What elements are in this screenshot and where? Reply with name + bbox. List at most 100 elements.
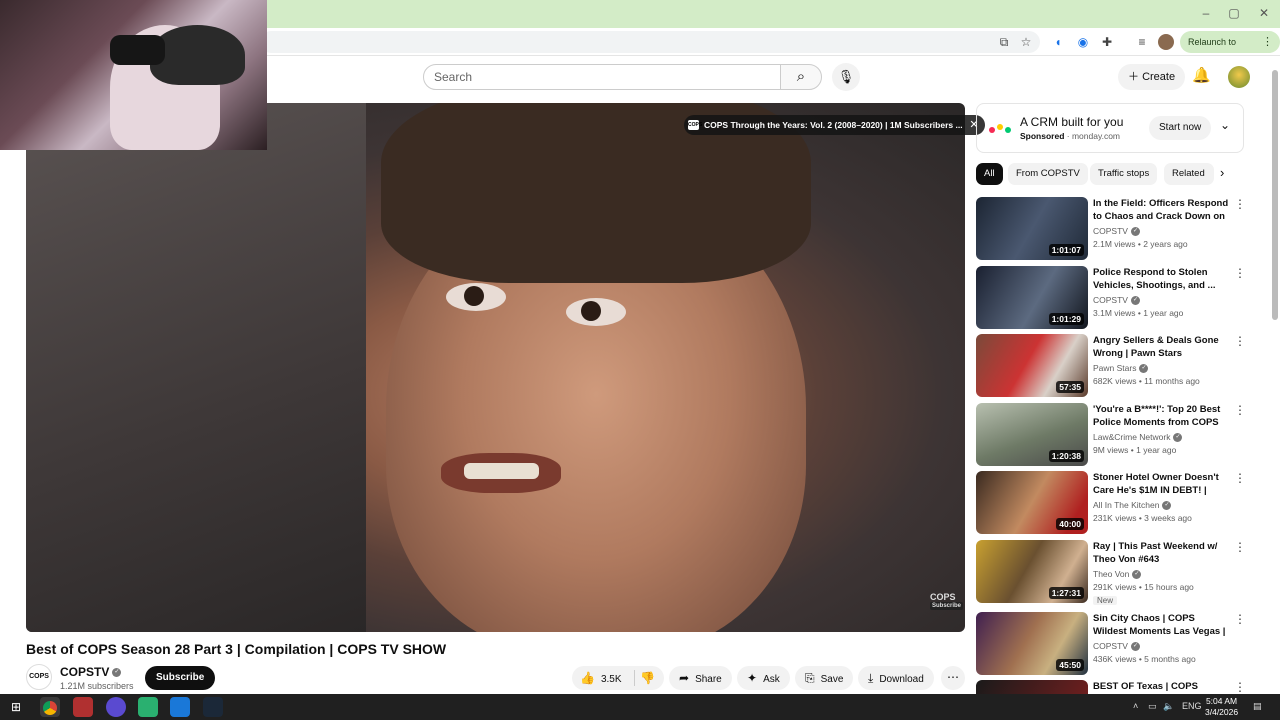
video-thumbnail[interactable]: 1:20:38 (976, 403, 1088, 466)
list-item[interactable]: 1:01:07 In the Field: Officers Respond t… (976, 197, 1246, 263)
language-indicator[interactable]: ENG (1182, 701, 1202, 711)
close-window-button[interactable]: ✕ (1254, 6, 1274, 20)
list-item[interactable]: 45:50 Sin City Chaos | COPS Wildest Mome… (976, 612, 1246, 678)
search-button[interactable]: ⌕ (780, 64, 822, 90)
app-taskbar-icon[interactable] (138, 697, 158, 717)
more-vertical-icon[interactable]: ⋮ (1234, 266, 1246, 280)
video-thumbnail[interactable]: 1:27:31 (976, 540, 1088, 603)
list-item[interactable]: 1:20:38 'You're a B****!': Top 20 Best P… (976, 403, 1246, 469)
rec-title[interactable]: Police Respond to Stolen Vehicles, Shoot… (1093, 266, 1229, 292)
ask-button[interactable]: ✦ Ask (737, 666, 790, 690)
relaunch-to-update-button[interactable]: Relaunch to update ⋮ (1180, 31, 1280, 69)
share-button[interactable]: ➦ Share (669, 666, 732, 690)
channel-name[interactable]: COPSTV (60, 665, 109, 679)
install-app-icon[interactable]: ⧉ (996, 34, 1012, 50)
save-button[interactable]: ⎘ Save (795, 666, 854, 690)
media-queue-icon[interactable]: ≡ (1134, 34, 1150, 50)
video-thumbnail[interactable]: 1:01:29 (976, 266, 1088, 329)
list-item[interactable]: 1:01:29 Police Respond to Stolen Vehicle… (976, 266, 1246, 332)
video-thumbnail[interactable]: 40:00 (976, 471, 1088, 534)
bookmark-icon: ⎘ (805, 671, 815, 685)
extension-audio-icon[interactable]: ◖ (1050, 34, 1066, 50)
rec-channel[interactable]: COPSTV (1093, 226, 1128, 236)
rec-channel[interactable]: All In The Kitchen (1093, 500, 1159, 510)
windows-start-icon[interactable]: ⊞ (6, 697, 26, 717)
chevron-right-icon[interactable]: › (1220, 165, 1224, 180)
like-count: 3.5K (600, 674, 622, 685)
channel-name-row[interactable]: COPSTV ✓ (60, 665, 122, 679)
rec-title[interactable]: Ray | This Past Weekend w/ Theo Von #643 (1093, 540, 1229, 566)
rec-title[interactable]: Sin City Chaos | COPS Wildest Moments La… (1093, 612, 1229, 638)
video-thumbnail[interactable] (976, 680, 1088, 694)
chrome-taskbar-icon[interactable] (40, 697, 60, 717)
subscribe-button[interactable]: Subscribe (145, 666, 216, 690)
chip-related[interactable]: Related (1164, 163, 1214, 185)
chip-all[interactable]: All (976, 163, 1003, 185)
more-vertical-icon[interactable]: ⋮ (1234, 540, 1246, 554)
obs-taskbar-icon[interactable] (106, 697, 126, 717)
notifications-bell-icon[interactable]: 🔔 (1192, 66, 1211, 84)
download-button[interactable]: ⤓ Download (858, 666, 934, 690)
more-vertical-icon[interactable]: ⋮ (1234, 334, 1246, 348)
rec-title[interactable]: Angry Sellers & Deals Gone Wrong | Pawn … (1093, 334, 1229, 360)
video-title: Best of COPS Season 28 Part 3 | Compilat… (26, 641, 447, 657)
more-vertical-icon[interactable]: ⋮ (1234, 403, 1246, 417)
more-vertical-icon[interactable]: ⋮ (1234, 612, 1246, 626)
bookmark-star-icon[interactable]: ☆ (1018, 34, 1034, 50)
rec-channel[interactable]: Theo Von (1093, 569, 1129, 579)
video-player[interactable] (26, 103, 965, 632)
video-thumbnail[interactable]: 45:50 (976, 612, 1088, 675)
chevron-down-icon[interactable]: ⌄ (1220, 118, 1230, 132)
list-item[interactable]: BEST OF Texas | COPS Wildest ⋮ (976, 680, 1246, 694)
rec-channel[interactable]: COPSTV (1093, 295, 1128, 305)
like-button[interactable]: 👍 3.5K (580, 666, 622, 692)
system-clock[interactable]: 5:04 AM 3/4/2026 (1205, 696, 1238, 718)
ask-label: Ask (763, 674, 780, 685)
list-item[interactable]: 57:35 Angry Sellers & Deals Gone Wrong |… (976, 334, 1246, 400)
video-thumbnail[interactable]: 57:35 (976, 334, 1088, 397)
ad-start-now-button[interactable]: Start now (1149, 116, 1212, 140)
extensions-puzzle-icon[interactable]: ✚ (1099, 34, 1115, 50)
download-icon: ⤓ (868, 671, 874, 685)
chip-from-copstv[interactable]: From COPSTV (1008, 163, 1088, 185)
rec-title[interactable]: BEST OF Texas | COPS Wildest (1093, 680, 1229, 694)
more-actions-button[interactable]: ⋯ (941, 666, 965, 690)
sponsored-ad-card[interactable]: A CRM built for you Sponsored · monday.c… (976, 103, 1244, 153)
rec-channel[interactable]: COPSTV (1093, 641, 1128, 651)
notification-center-icon[interactable]: ▤ (1253, 701, 1262, 712)
profile-avatar-icon[interactable] (1158, 34, 1174, 50)
extension-globe-icon[interactable]: ◉ (1075, 34, 1091, 50)
voice-search-button[interactable]: 🎙 (832, 63, 860, 91)
rec-title[interactable]: In the Field: Officers Respond to Chaos … (1093, 197, 1229, 223)
tray-chevron-icon[interactable]: ˄ (1133, 701, 1138, 711)
rec-title[interactable]: 'You're a B****!': Top 20 Best Police Mo… (1093, 403, 1229, 429)
account-avatar[interactable] (1228, 66, 1250, 88)
volume-icon[interactable]: 🔈 (1163, 701, 1174, 712)
duration-badge: 1:20:38 (1048, 450, 1084, 462)
channel-avatar[interactable]: COPS (26, 664, 52, 690)
more-vertical-icon[interactable]: ⋮ (1234, 197, 1246, 211)
search-input[interactable]: Search (423, 64, 781, 90)
page-scrollbar[interactable] (1272, 70, 1278, 320)
rec-channel[interactable]: Law&Crime Network (1093, 432, 1170, 442)
voicemod-taskbar-icon[interactable] (73, 697, 93, 717)
network-icon[interactable]: ▭ (1148, 701, 1157, 712)
chip-traffic-stops[interactable]: Traffic stops (1090, 163, 1158, 185)
minimize-button[interactable]: – (1196, 6, 1216, 20)
playlist-banner[interactable]: COPS COPS Through the Years: Vol. 2 (200… (684, 115, 985, 135)
steam-taskbar-icon[interactable] (203, 697, 223, 717)
maximize-button[interactable]: ▢ (1224, 6, 1244, 20)
dislike-button[interactable]: 👎 (640, 666, 655, 690)
create-button[interactable]: ＋ Create (1118, 64, 1186, 90)
more-vertical-icon[interactable]: ⋮ (1234, 680, 1246, 694)
more-vertical-icon[interactable]: ⋮ (1234, 471, 1246, 485)
browser-taskbar-icon[interactable] (170, 697, 190, 717)
channel-watermark[interactable]: COPS Subscribe (930, 592, 964, 610)
address-bar[interactable] (260, 31, 1040, 53)
browser-menu-icon[interactable]: ⋮ (1262, 31, 1273, 53)
list-item[interactable]: 1:27:31 Ray | This Past Weekend w/ Theo … (976, 540, 1246, 606)
list-item[interactable]: 40:00 Stoner Hotel Owner Doesn't Care He… (976, 471, 1246, 537)
rec-channel[interactable]: Pawn Stars (1093, 363, 1136, 373)
video-thumbnail[interactable]: 1:01:07 (976, 197, 1088, 260)
rec-title[interactable]: Stoner Hotel Owner Doesn't Care He's $1M… (1093, 471, 1229, 497)
